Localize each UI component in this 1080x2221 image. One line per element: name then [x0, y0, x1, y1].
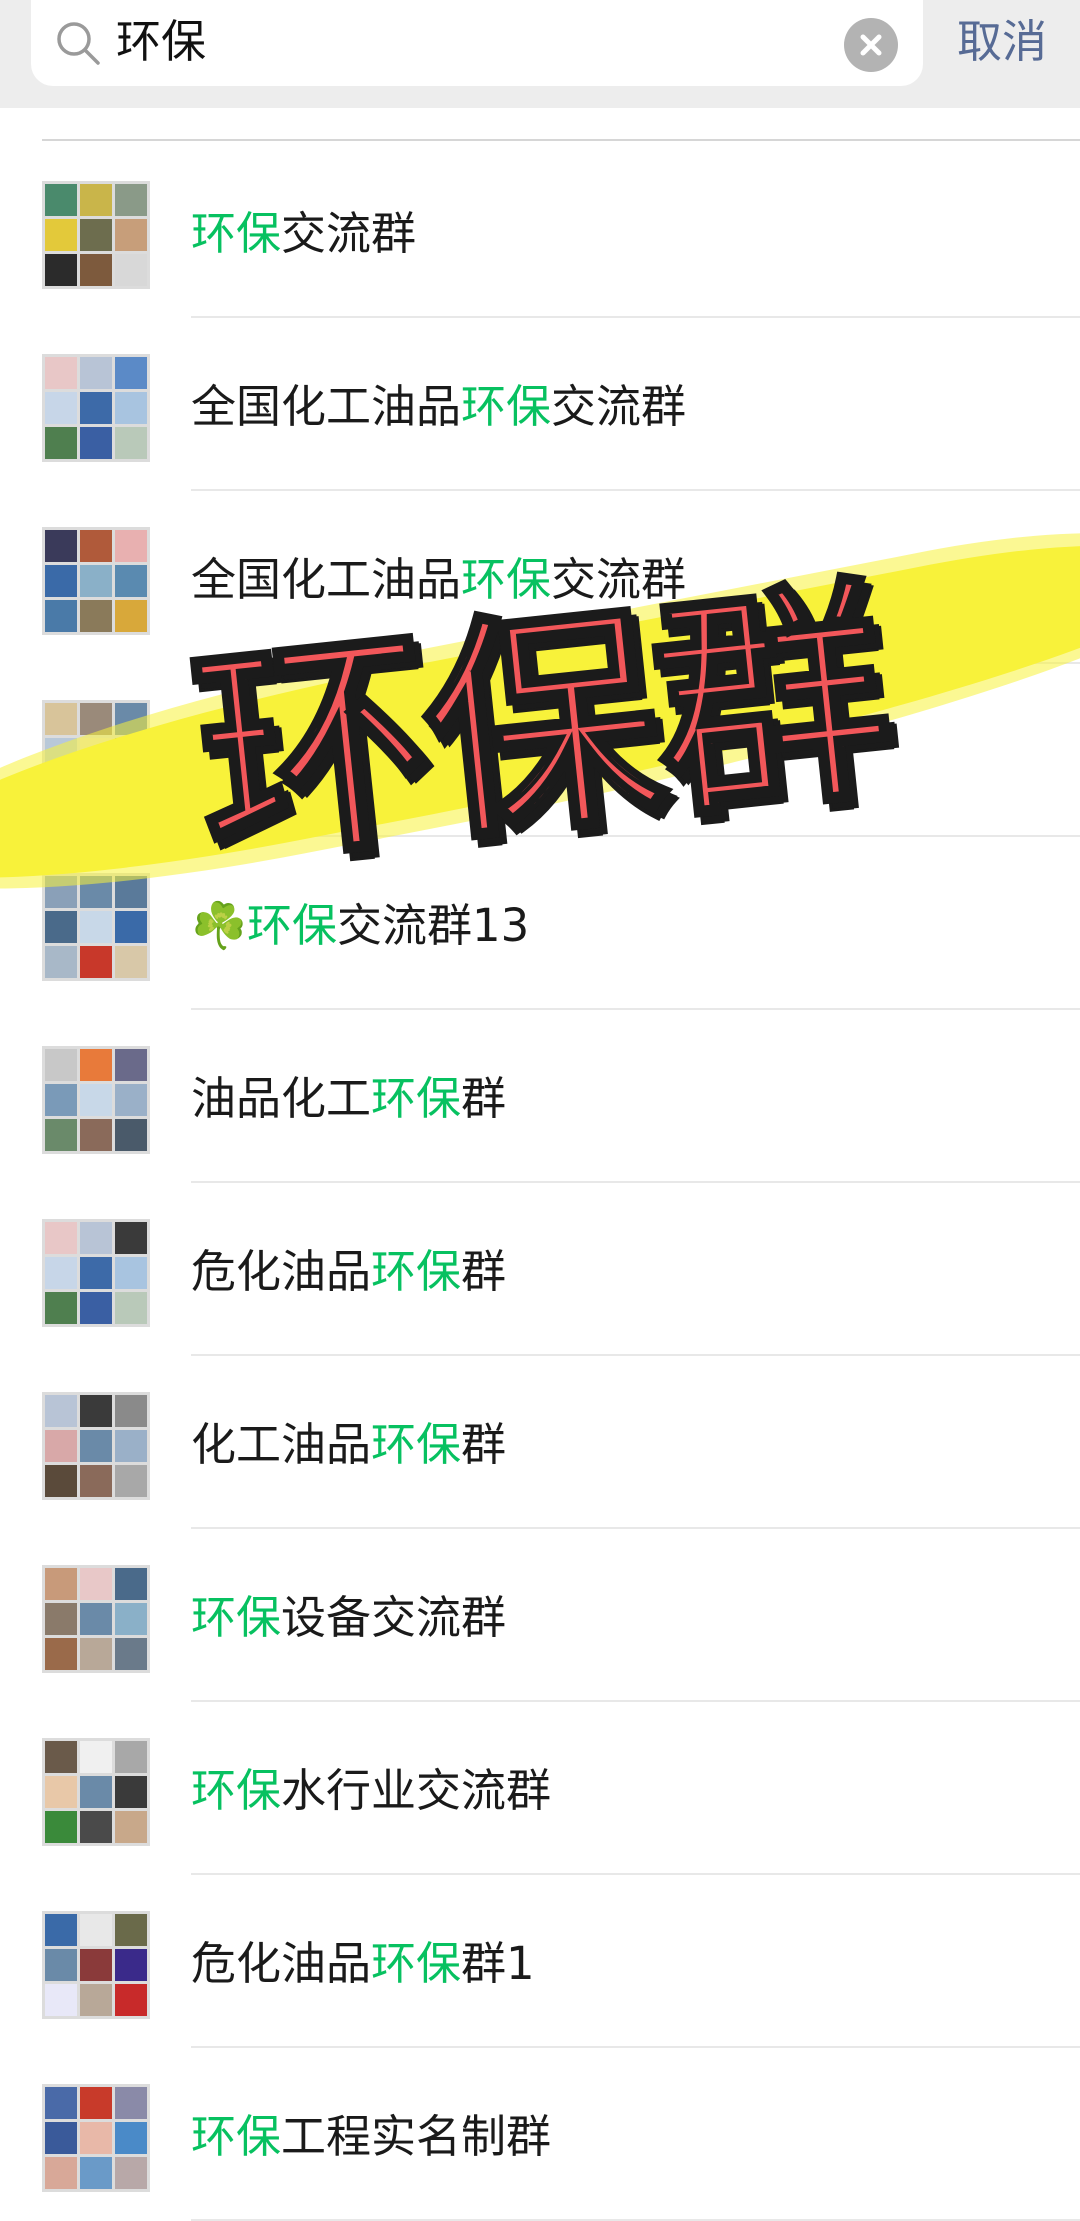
group-name-match: 环保 [191, 2110, 282, 2163]
search-input[interactable]: 环保 [31, 0, 923, 86]
group-avatar [42, 527, 150, 635]
group-name-match: 环保 [371, 1072, 462, 1125]
group-name-match: 环保 [461, 380, 552, 433]
group-name-suffix: 水行业交流群 [281, 1764, 552, 1817]
group-name-suffix: 群1 [461, 1937, 535, 1990]
group-name: ☘️环保交流群13 [191, 897, 529, 955]
list-item[interactable]: 环保交流群 [0, 145, 1080, 318]
list-item[interactable]: 环保工程实名制群 [0, 2048, 1080, 2221]
group-name-suffix: 交流群 [281, 207, 417, 260]
group-avatar [42, 1738, 150, 1846]
group-avatar [42, 1392, 150, 1500]
group-avatar [42, 873, 150, 981]
group-name: 全国化工油品环保交流群 [191, 378, 686, 436]
list-item[interactable]: 环保设备交流群 [0, 1529, 1080, 1702]
group-name: 化工油品环保群 [191, 1416, 506, 1474]
search-query: 环保 [116, 15, 207, 68]
list-item[interactable]: 危化油品环保群1 [0, 1875, 1080, 2048]
group-avatar [42, 1565, 150, 1673]
group-name: 环保水行业交流群 [191, 1762, 551, 1820]
cancel-button[interactable]: 取消 [957, 14, 1047, 70]
group-name: 油品化工环保群 [191, 1070, 506, 1128]
group-name-match: 环保 [191, 1764, 282, 1817]
group-name-prefix: 全国化工油品 [191, 380, 462, 433]
group-avatar [42, 354, 150, 462]
group-name-suffix: 工程实名制群 [281, 2110, 552, 2163]
group-name-suffix: 交流群13 [337, 899, 530, 952]
group-name-suffix: 群 [461, 1072, 507, 1125]
group-name-match: 环保 [247, 899, 338, 952]
divider [42, 139, 1080, 141]
list-item[interactable]: 油品化工环保群 [0, 1010, 1080, 1183]
group-name-prefix: 危化油品 [191, 1245, 372, 1298]
group-name-match: 环保 [191, 1591, 282, 1644]
group-name-match: 环保 [371, 1937, 462, 1990]
group-avatar [42, 2084, 150, 2192]
group-name: 环保设备交流群 [191, 1589, 506, 1647]
group-name-match: 环保 [371, 1418, 462, 1471]
group-name: 环保工程实名制群 [191, 2108, 551, 2166]
list-item[interactable]: 环保水行业交流群 [0, 1702, 1080, 1875]
group-avatar [42, 181, 150, 289]
search-icon [57, 22, 100, 65]
group-name: 危化油品环保群1 [191, 1935, 535, 1993]
group-avatar [42, 1046, 150, 1154]
group-avatar [42, 1911, 150, 2019]
group-name-prefix: 油品化工 [191, 1072, 372, 1125]
group-name-match: 环保 [371, 1245, 462, 1298]
group-name-suffix: 群 [461, 1245, 507, 1298]
group-name: 危化油品环保群 [191, 1243, 506, 1301]
group-name-suffix: 交流群 [551, 380, 687, 433]
list-item[interactable]: 化工油品环保群 [0, 1356, 1080, 1529]
group-name-prefix: 化工油品 [191, 1418, 372, 1471]
list-item[interactable]: 全国化工油品环保交流群 [0, 318, 1080, 491]
list-item[interactable]: 危化油品环保群 [0, 1183, 1080, 1356]
group-name-suffix: 群 [461, 1418, 507, 1471]
group-name-suffix: 设备交流群 [281, 1591, 507, 1644]
group-name-prefix: 危化油品 [191, 1937, 372, 1990]
search-header: 环保 取消 [0, 0, 1080, 108]
group-name: 环保交流群 [191, 205, 416, 263]
group-avatar [42, 1219, 150, 1327]
group-name-match: 环保 [191, 207, 282, 260]
clear-icon[interactable] [844, 18, 898, 72]
